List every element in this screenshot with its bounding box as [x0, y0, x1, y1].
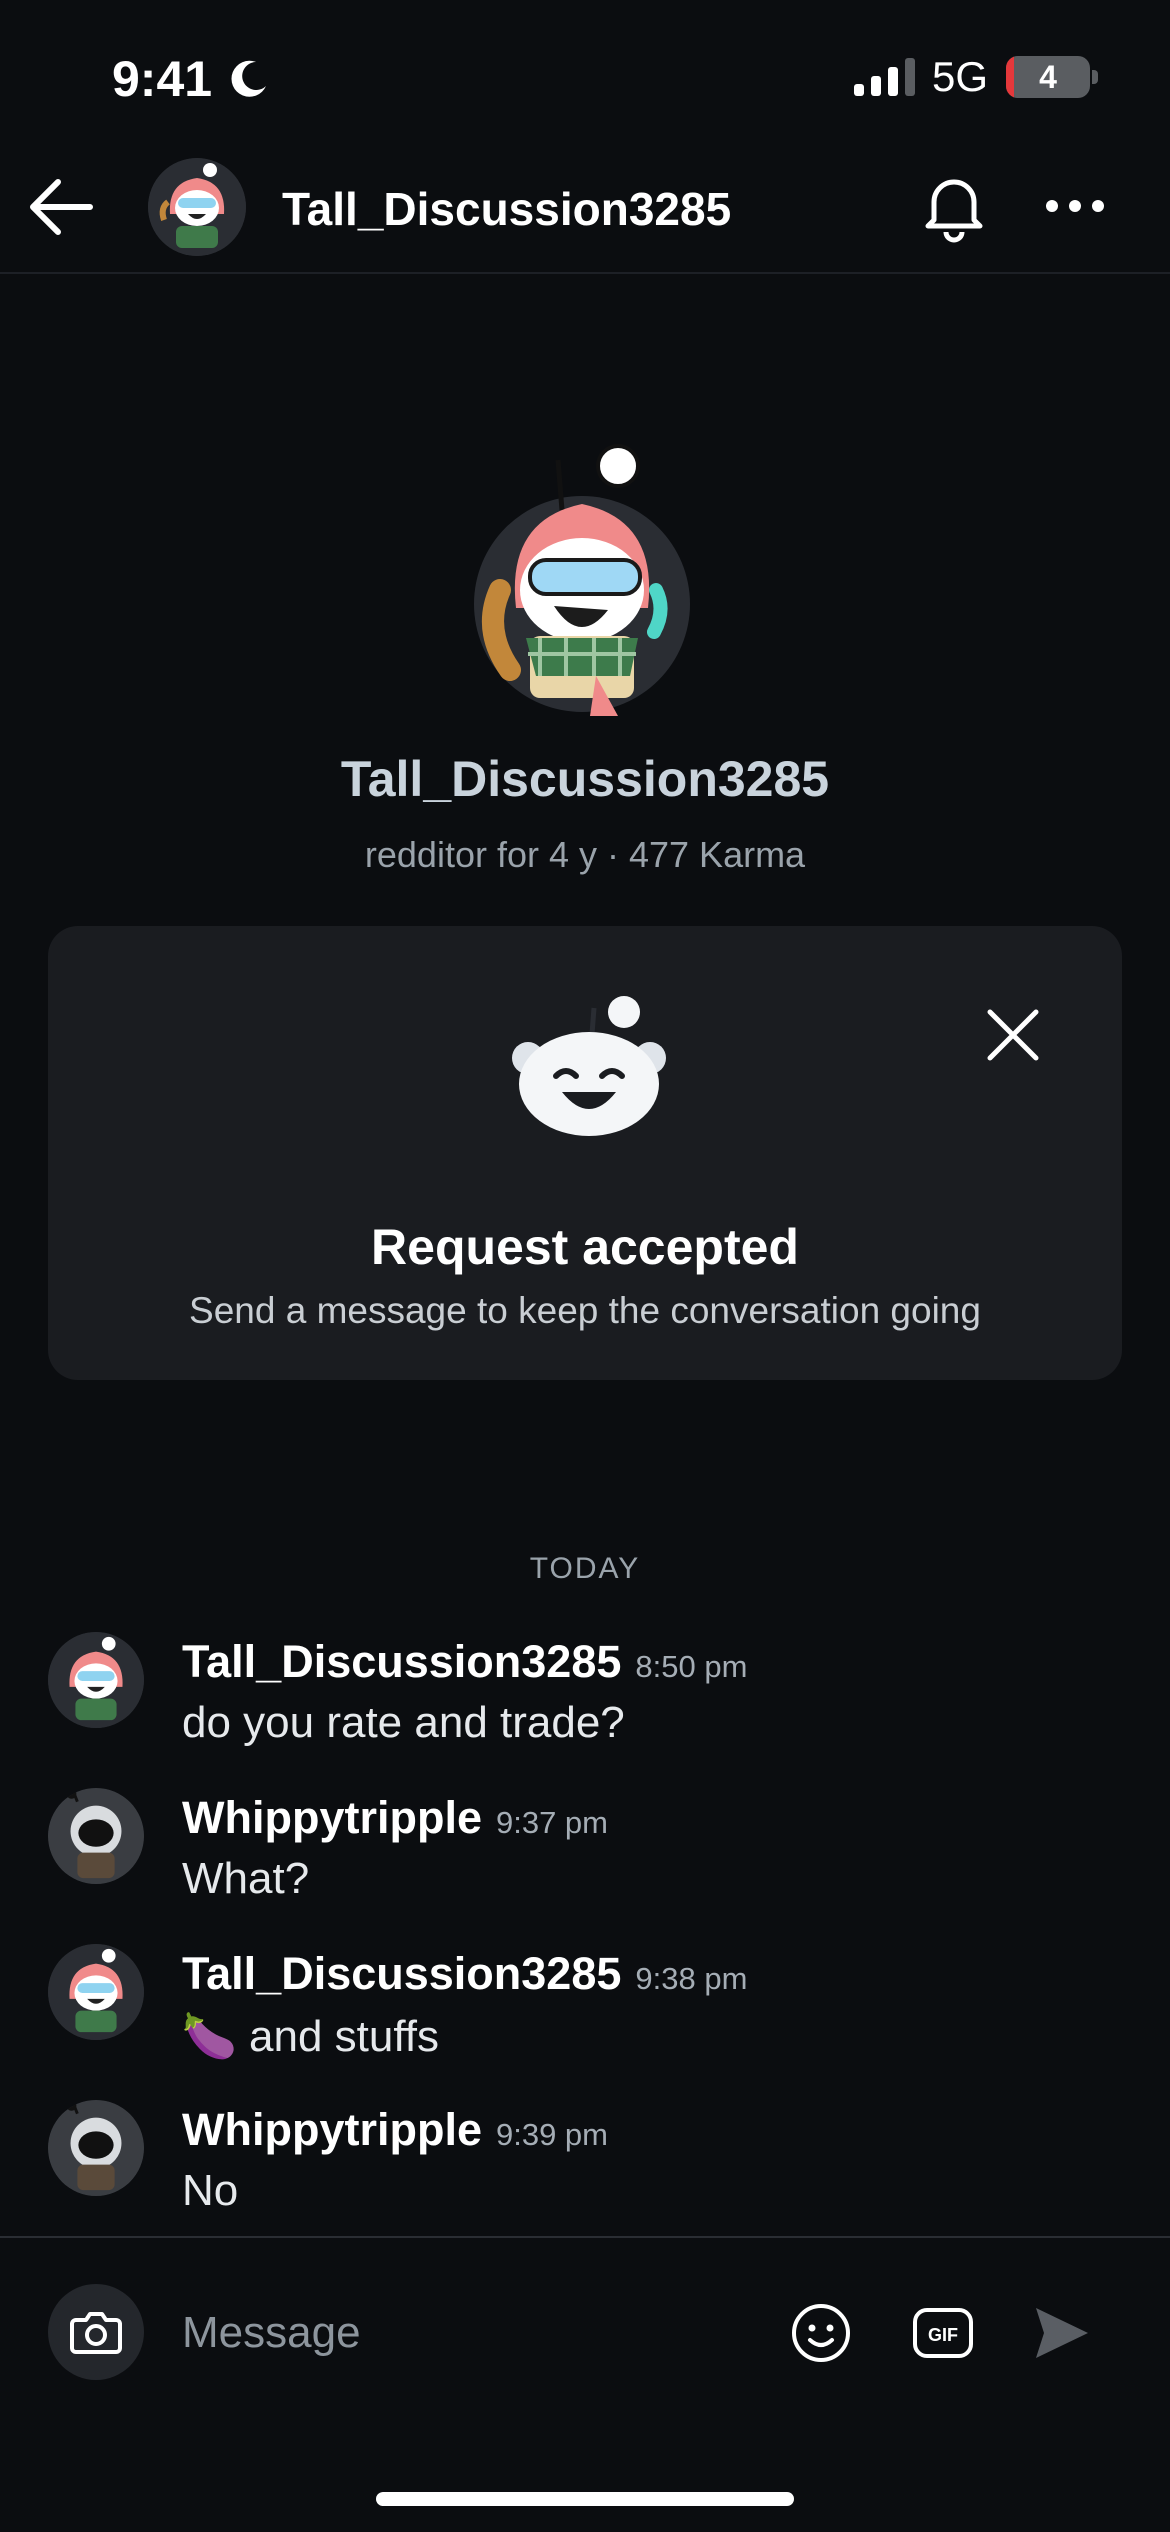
message-author[interactable]: Whippytripple 9:37 pm — [182, 1792, 608, 1844]
message-author[interactable]: Tall_Discussion3285 9:38 pm — [182, 1948, 747, 2000]
message-author[interactable]: Tall_Discussion3285 8:50 pm — [182, 1636, 747, 1688]
whippytripple-avatar[interactable] — [48, 2100, 144, 2196]
message-row[interactable]: Whippytripple 9:37 pm What? — [0, 1788, 1170, 1938]
home-indicator — [376, 2492, 794, 2506]
bell-icon[interactable] — [916, 168, 992, 244]
message-text: What? — [182, 1854, 310, 1903]
signal-icon — [854, 58, 915, 96]
camera-button[interactable] — [48, 2284, 144, 2380]
message-time: 9:37 pm — [495, 1805, 608, 1840]
close-icon[interactable] — [984, 1006, 1042, 1064]
camera-icon — [70, 2312, 122, 2354]
message-author[interactable]: Whippytripple 9:39 pm — [182, 2104, 608, 2156]
message-row[interactable]: Whippytripple 9:39 pm No — [0, 2100, 1170, 2250]
composer-divider — [0, 2236, 1170, 2238]
moon-icon — [231, 60, 266, 97]
whippytripple-avatar[interactable] — [48, 1788, 144, 1884]
status-time: 9:41 — [112, 51, 213, 107]
more-icon[interactable] — [1040, 186, 1110, 226]
battery-cap — [1092, 70, 1098, 84]
message-row[interactable]: Tall_Discussion3285 9:38 pm 🍆 and stuffs — [0, 1944, 1170, 2094]
header-title: Tall_Discussion3285 — [282, 183, 732, 235]
snoo-icon — [512, 996, 666, 1136]
request-accepted-title: Request accepted — [371, 1219, 799, 1275]
message-time: 9:38 pm — [635, 1961, 748, 1996]
profile-meta: redditor for 4 y · 477 Karma — [364, 834, 806, 875]
battery-level: 4 — [1039, 58, 1057, 95]
request-accepted-subtitle: Send a message to keep the conversation … — [189, 1290, 981, 1331]
header-avatar[interactable] — [148, 158, 246, 256]
message-text: 🍆 and stuffs — [182, 2012, 439, 2061]
tall-discussion-avatar[interactable] — [48, 1632, 144, 1728]
network-label: 5G — [932, 53, 989, 100]
message-text: No — [182, 2166, 239, 2215]
date-separator: TODAY — [529, 1552, 641, 1585]
tall-discussion-avatar[interactable] — [48, 1944, 144, 2040]
message-time: 8:50 pm — [635, 1649, 748, 1684]
profile-avatar[interactable] — [470, 440, 694, 716]
back-arrow-icon[interactable] — [24, 170, 98, 244]
send-icon[interactable] — [1030, 2302, 1092, 2364]
gif-icon[interactable]: GIF — [912, 2304, 974, 2362]
battery-low-fill — [1006, 56, 1014, 98]
message-text: do you rate and trade? — [182, 1698, 625, 1747]
svg-text:GIF: GIF — [928, 2325, 958, 2345]
emoji-icon[interactable] — [790, 2302, 852, 2364]
profile-username[interactable]: Tall_Discussion3285 — [0, 750, 1170, 808]
message-time: 9:39 pm — [495, 2117, 608, 2152]
snoo-avatar-icon — [148, 158, 246, 256]
message-row[interactable]: Tall_Discussion3285 8:50 pm do you rate a… — [0, 1632, 1170, 1782]
message-input[interactable] — [182, 2306, 742, 2360]
battery-indicator: 4 — [1006, 56, 1090, 98]
header-divider — [0, 272, 1170, 274]
